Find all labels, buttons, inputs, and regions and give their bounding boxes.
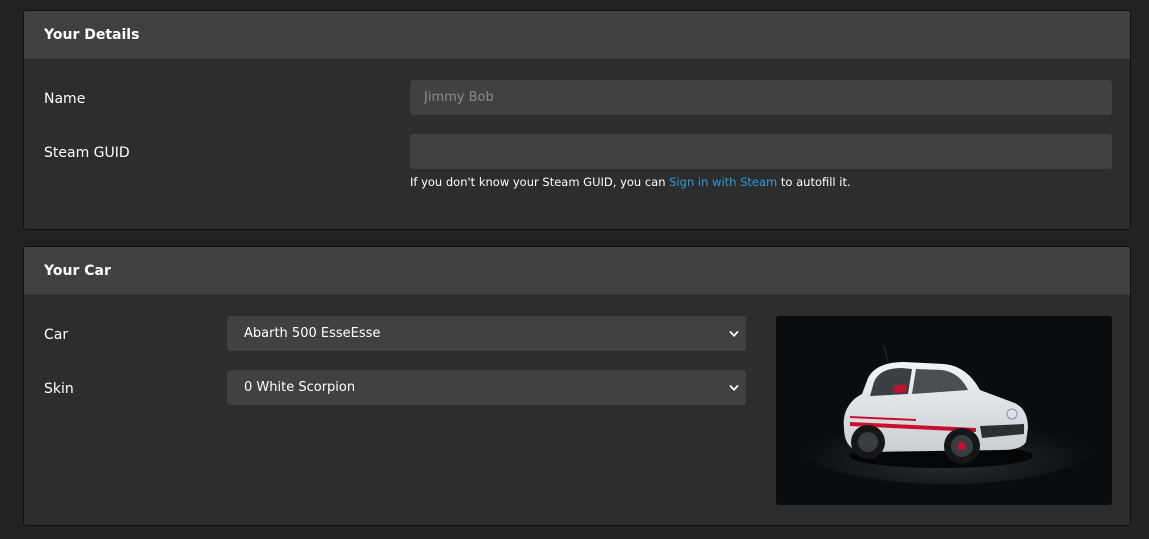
car-image — [776, 316, 1112, 505]
steam-guid-input[interactable] — [410, 134, 1112, 169]
car-select[interactable]: Abarth 500 EsseEsse — [227, 316, 746, 351]
your-details-title: Your Details — [44, 26, 140, 43]
your-car-header: Your Car — [24, 247, 1130, 295]
help-text-suffix: to autofill it. — [777, 175, 851, 189]
skin-select[interactable]: 0 White Scorpion — [227, 370, 746, 405]
car-select-value: Abarth 500 EsseEsse — [244, 326, 381, 341]
chevron-down-icon — [729, 384, 739, 391]
chevron-down-icon — [729, 330, 739, 337]
sign-in-with-steam-link[interactable]: Sign in with Steam — [669, 175, 777, 189]
help-text-prefix: If you don't know your Steam GUID, you c… — [410, 175, 670, 189]
your-car-panel: Your Car Car Abarth 500 EsseEsse Skin 0 … — [23, 246, 1131, 526]
name-input[interactable] — [410, 80, 1112, 115]
steam-guid-help-text: If you don't know your Steam GUID, you c… — [410, 175, 851, 189]
steam-guid-label: Steam GUID — [44, 145, 130, 161]
name-label: Name — [44, 91, 86, 107]
your-details-panel: Your Details Name Steam GUID If you don'… — [23, 10, 1131, 230]
skin-select-value: 0 White Scorpion — [244, 380, 356, 395]
car-label: Car — [44, 327, 69, 343]
skin-label: Skin — [44, 381, 74, 397]
your-car-title: Your Car — [44, 262, 111, 279]
car-preview-image — [776, 316, 1112, 505]
your-details-header: Your Details — [24, 11, 1130, 59]
